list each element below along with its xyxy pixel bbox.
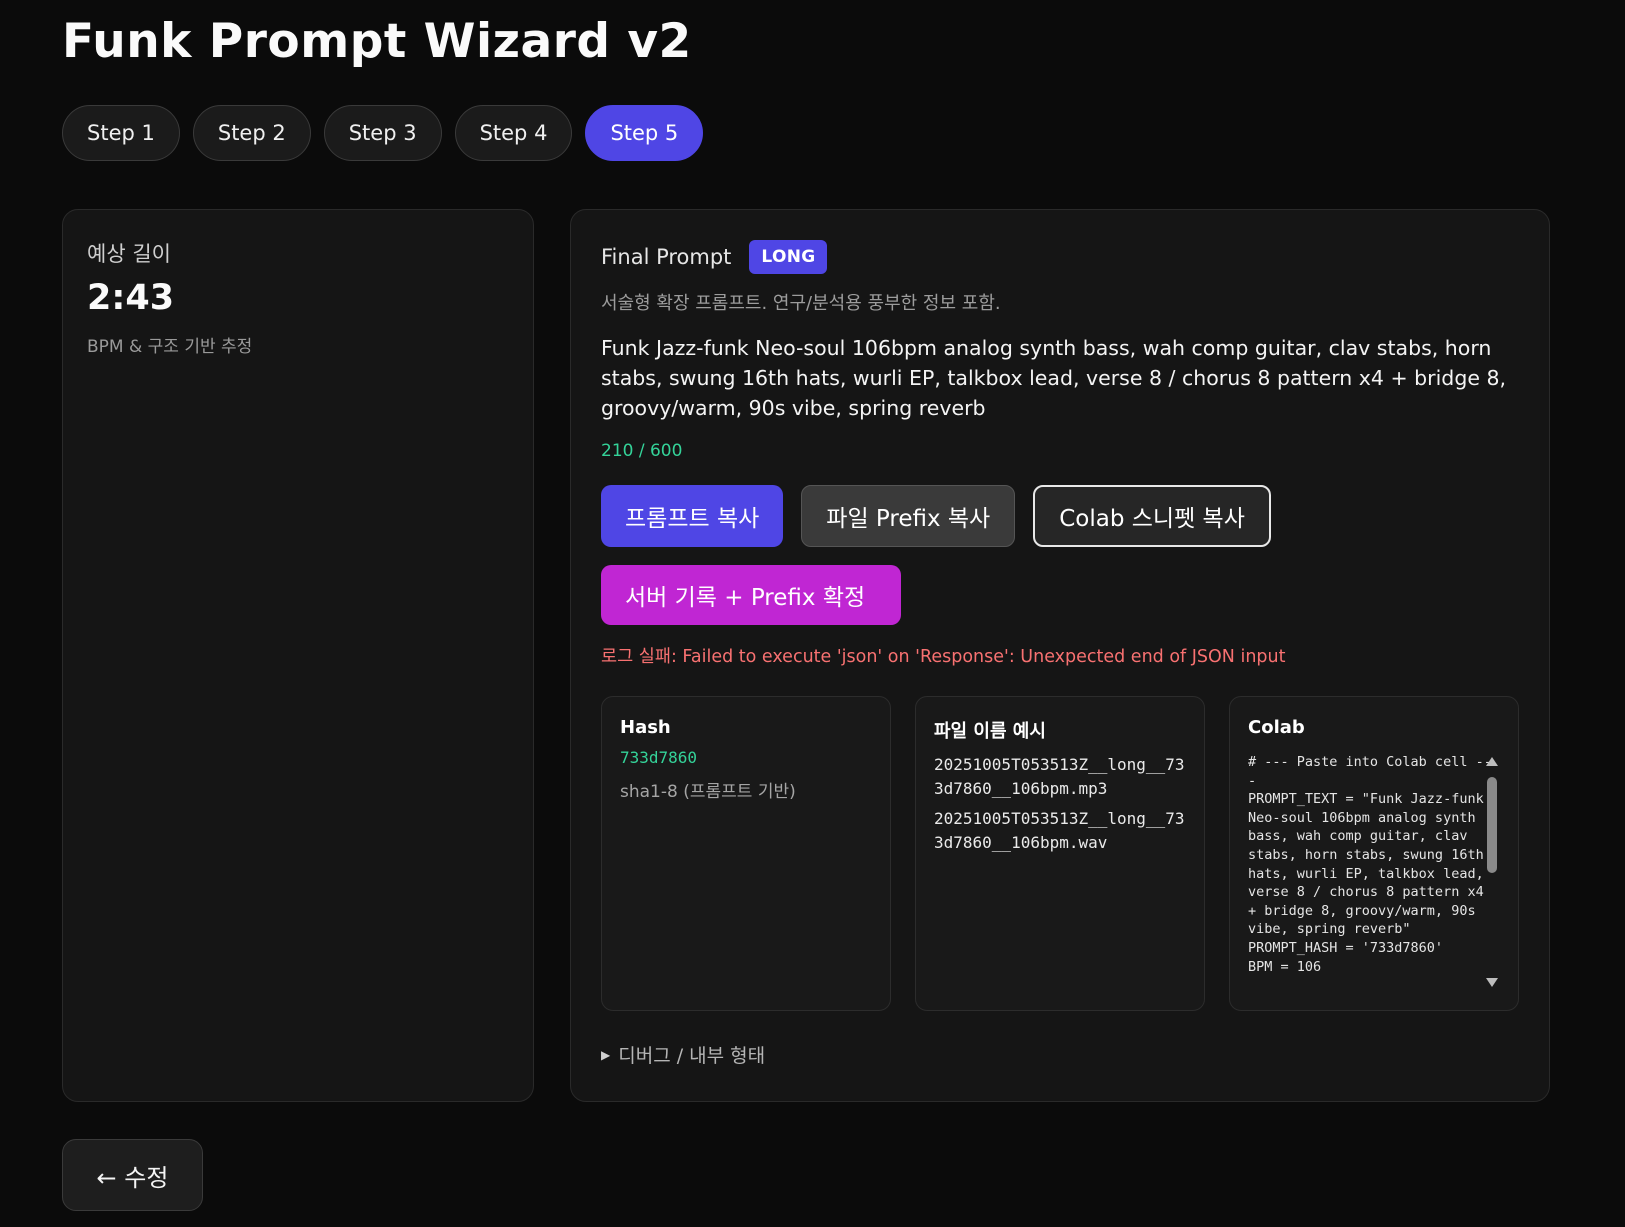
step-4-tab[interactable]: Step 4 [454, 105, 573, 161]
action-buttons: 프롬프트 복사 파일 Prefix 복사 Colab 스니펫 복사 [601, 485, 1519, 547]
step-5-tab[interactable]: Step 5 [585, 105, 704, 161]
debug-label: 디버그 / 내부 형태 [618, 1045, 766, 1067]
estimate-value: 2:43 [87, 278, 175, 318]
estimate-card: 예상 길이 2:43 BPM & 구조 기반 추정 [62, 209, 534, 1102]
info-grid: Hash 733d7860 sha1-8 (프롬프트 기반) 파일 이름 예시 … [601, 696, 1519, 1011]
copy-colab-button[interactable]: Colab 스니펫 복사 [1033, 485, 1271, 547]
final-prompt-title: Final Prompt [601, 245, 732, 269]
debug-toggle[interactable]: ▶ 디버그 / 내부 형태 [601, 1041, 1519, 1068]
copy-prompt-button[interactable]: 프롬프트 복사 [601, 485, 784, 547]
colab-title: Colab [1248, 717, 1305, 738]
step-2-tab[interactable]: Step 2 [192, 105, 311, 161]
step-1-tab[interactable]: Step 1 [62, 105, 180, 161]
page: Funk Prompt Wizard v2 Step 1 Step 2 Step… [0, 0, 1625, 1227]
colab-box: Colab # --- Paste into Colab cell --- PR… [1229, 696, 1519, 1011]
filename-box: 파일 이름 예시 20251005T053513Z__long__733d786… [915, 696, 1205, 1011]
estimate-note: BPM & 구조 기반 추정 [87, 337, 253, 357]
step-nav: Step 1 Step 2 Step 3 Step 4 Step 5 [62, 105, 704, 161]
scroll-up-arrow-icon[interactable] [1486, 757, 1498, 766]
char-count: 210 / 600 [601, 441, 683, 461]
colab-code[interactable]: # --- Paste into Colab cell --- PROMPT_T… [1248, 753, 1493, 991]
scroll-thumb[interactable] [1487, 777, 1497, 873]
final-prompt-card: Final Prompt LONG 서술형 확장 프롬프트. 연구/분석용 풍부… [570, 209, 1550, 1102]
hash-note: sha1-8 (프롬프트 기반) [620, 782, 796, 802]
final-prompt-header: Final Prompt LONG [601, 240, 1519, 274]
final-prompt-text: Funk Jazz-funk Neo-soul 106bpm analog sy… [601, 336, 1507, 420]
filename-title: 파일 이름 예시 [934, 721, 1046, 742]
error-message: 로그 실패: Failed to execute 'json' on 'Resp… [601, 647, 1286, 667]
filename-mp3: 20251005T053513Z__long__733d7860__106bpm… [934, 755, 1185, 798]
copy-prefix-button[interactable]: 파일 Prefix 복사 [801, 485, 1016, 547]
estimate-label: 예상 길이 [87, 242, 171, 266]
step-3-tab[interactable]: Step 3 [323, 105, 442, 161]
server-log-button[interactable]: 서버 기록 + Prefix 확정 [601, 565, 901, 625]
back-edit-button[interactable]: ← 수정 [62, 1139, 203, 1211]
filename-wav: 20251005T053513Z__long__733d7860__106bpm… [934, 809, 1185, 852]
colab-scrollbar[interactable] [1484, 753, 1500, 991]
hash-title: Hash [620, 717, 671, 738]
page-title: Funk Prompt Wizard v2 [62, 14, 692, 69]
hash-value: 733d7860 [620, 748, 698, 767]
final-prompt-subtitle: 서술형 확장 프롬프트. 연구/분석용 풍부한 정보 포함. [601, 293, 1001, 314]
scroll-down-arrow-icon[interactable] [1486, 978, 1498, 987]
length-badge: LONG [749, 240, 828, 274]
triangle-right-icon: ▶ [601, 1047, 611, 1062]
hash-box: Hash 733d7860 sha1-8 (프롬프트 기반) [601, 696, 891, 1011]
